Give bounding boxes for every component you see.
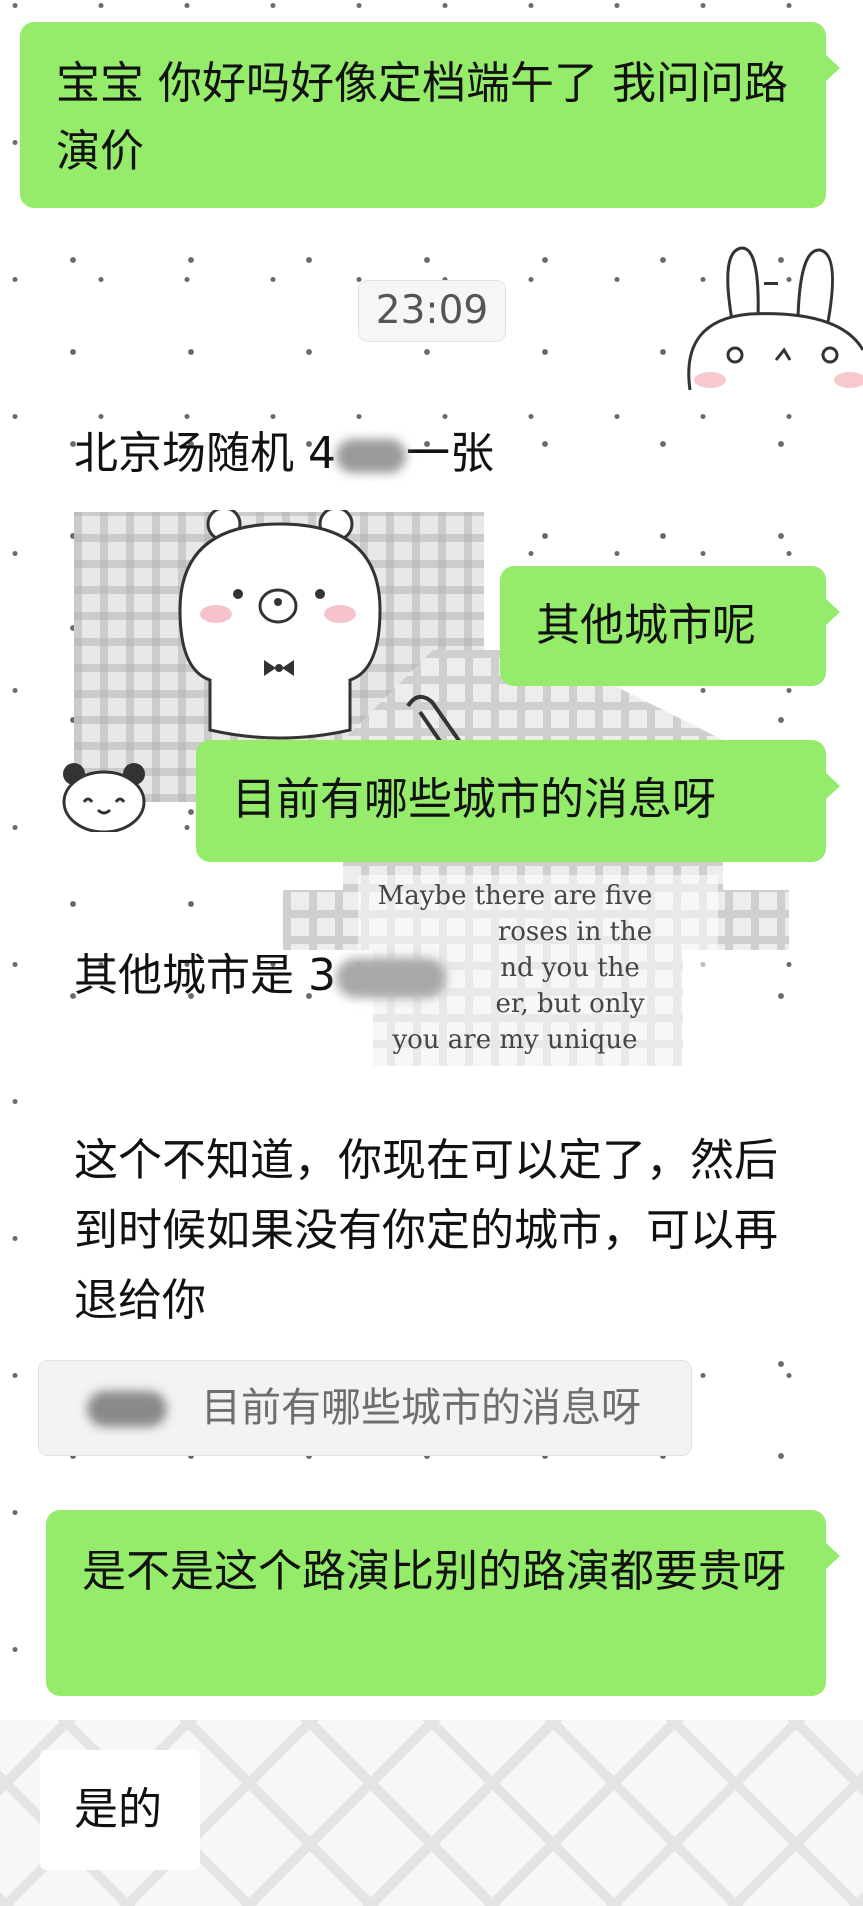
redaction-blur [335,958,446,998]
quoted-reply[interactable]: 目前有哪些城市的消息呀 [38,1360,692,1456]
timestamp: 23:09 [358,280,506,342]
message-text: 一张 [405,428,494,479]
message-text: 是不是这个路演比别的路演都要贵呀 [82,1546,786,1597]
received-message[interactable]: 这个不知道，你现在可以定了，然后到时候如果没有你定的城市，可以再退给你 [26,1066,844,1326]
message-text: 这个不知道，你现在可以定了，然后到时候如果没有你定的城市，可以再退给你 [74,1135,778,1326]
redaction-blur [335,439,406,473]
message-text: 其他城市是 3 [74,950,336,1001]
sent-message[interactable]: 是不是这个路演比别的路演都要贵呀 [46,1510,840,1696]
received-message[interactable]: 是的 [40,1750,200,1870]
card-line: you are my unique [392,1025,638,1055]
panda-icon [62,763,146,832]
quote-text: 目前有哪些城市的消息呀 [201,1385,641,1431]
sent-message[interactable]: 宝宝 你好吗好像定档端午了 我问问路演价 [20,22,840,208]
message-text: 是的 [74,1784,162,1835]
message-text: 目前有哪些城市的消息呀 [232,774,716,825]
message-text: 宝宝 你好吗好像定档端午了 我问问路演价 [56,58,788,177]
sent-message[interactable]: 目前有哪些城市的消息呀 [196,740,840,862]
bunny-icon [687,246,863,391]
quote-sender-blur [87,1391,167,1427]
message-text: 北京场随机 4 [74,428,336,479]
sent-message[interactable]: 其他城市呢 [500,566,840,686]
card-line: Maybe there are five [377,881,653,911]
message-text: 其他城市呢 [536,600,756,651]
received-message[interactable]: 北京场随机 4 一张 [60,420,620,490]
received-message[interactable]: 其他城市是 3 [60,942,500,1012]
